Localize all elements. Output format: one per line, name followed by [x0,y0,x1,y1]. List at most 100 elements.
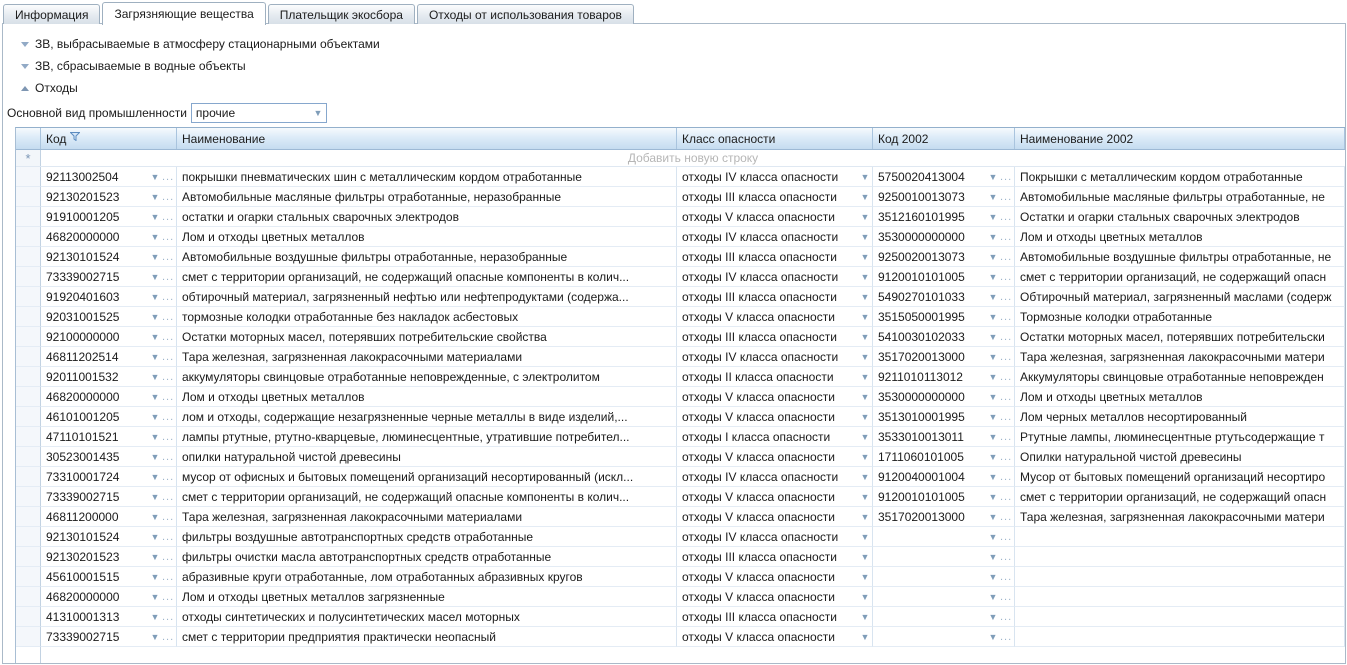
table-row[interactable]: 46811202514 ▼ ... Тара железная, загрязн… [16,347,1345,367]
chevron-down-icon[interactable]: ▼ [858,172,872,182]
ellipsis-button[interactable]: ... [162,372,176,382]
ellipsis-button[interactable]: ... [1000,432,1014,442]
table-row[interactable]: 73310001724 ▼ ... мусор от офисных и быт… [16,467,1345,487]
cell-name[interactable]: тормозные колодки отработанные без накла… [177,307,677,327]
ellipsis-button[interactable]: ... [162,172,176,182]
cell-name-2002[interactable]: Автомобильные воздушные фильтры отработа… [1015,247,1345,267]
cell-name-2002[interactable]: Остатки моторных масел, потерявших потре… [1015,327,1345,347]
cell-code[interactable]: 91910001205 ▼ ... [41,207,177,227]
cell-name-2002[interactable]: Автомобильные масляные фильтры отработан… [1015,187,1345,207]
ellipsis-button[interactable]: ... [1000,572,1014,582]
cell-hazard-class[interactable]: отходы V класса опасности ▼ [677,387,873,407]
cell-code-2002[interactable]: 3530000000000 ▼ ... [873,227,1015,247]
chevron-down-icon[interactable]: ▼ [986,372,1000,382]
cell-name[interactable]: Лом и отходы цветных металлов [177,387,677,407]
cell-hazard-class[interactable]: отходы V класса опасности ▼ [677,627,873,647]
row-indicator-cell[interactable] [16,167,41,187]
cell-code-2002[interactable]: 3517020013000 ▼ ... [873,507,1015,527]
chevron-down-icon[interactable]: ▼ [858,472,872,482]
cell-name-2002[interactable]: Ртутные лампы, люминесцентные ртутьсодер… [1015,427,1345,447]
ellipsis-button[interactable]: ... [162,572,176,582]
cell-name-2002[interactable] [1015,607,1345,627]
table-row[interactable]: 91910001205 ▼ ... остатки и огарки сталь… [16,207,1345,227]
row-indicator-cell[interactable] [16,327,41,347]
cell-hazard-class[interactable]: отходы III класса опасности ▼ [677,187,873,207]
cell-code-2002[interactable]: 9250020013073 ▼ ... [873,247,1015,267]
cell-code[interactable]: 41310001313 ▼ ... [41,607,177,627]
chevron-down-icon[interactable]: ▼ [858,412,872,422]
ellipsis-button[interactable]: ... [1000,232,1014,242]
chevron-down-icon[interactable]: ▼ [986,392,1000,402]
chevron-down-icon[interactable]: ▼ [858,332,872,342]
cell-hazard-class[interactable]: отходы III класса опасности ▼ [677,547,873,567]
tab-information[interactable]: Информация [3,4,100,24]
chevron-down-icon[interactable]: ▼ [148,352,162,362]
cell-name-2002[interactable]: Лом черных металлов несортированный [1015,407,1345,427]
cell-code[interactable]: 92031001525 ▼ ... [41,307,177,327]
ellipsis-button[interactable]: ... [1000,172,1014,182]
collapse-arrow-icon[interactable] [17,64,33,69]
cell-name[interactable]: остатки и огарки стальных сварочных элек… [177,207,677,227]
chevron-down-icon[interactable]: ▼ [986,232,1000,242]
cell-name-2002[interactable] [1015,627,1345,647]
chevron-down-icon[interactable]: ▼ [858,512,872,522]
cell-name-2002[interactable]: смет с территории организаций, не содерж… [1015,487,1345,507]
cell-name[interactable]: мусор от офисных и бытовых помещений орг… [177,467,677,487]
chevron-down-icon[interactable]: ▼ [858,632,872,642]
cell-name[interactable]: аккумуляторы свинцовые отработанные непо… [177,367,677,387]
collapse-arrow-icon[interactable] [17,42,33,47]
cell-code[interactable]: 46820000000 ▼ ... [41,227,177,247]
cell-code[interactable]: 46820000000 ▼ ... [41,587,177,607]
cell-hazard-class[interactable]: отходы IV класса опасности ▼ [677,467,873,487]
cell-name-2002[interactable]: Тормозные колодки отработанные [1015,307,1345,327]
cell-name[interactable]: Автомобильные масляные фильтры отработан… [177,187,677,207]
ellipsis-button[interactable]: ... [162,532,176,542]
row-indicator-cell[interactable] [16,527,41,547]
table-row[interactable]: 73339002715 ▼ ... смет с территории орга… [16,487,1345,507]
cell-code-2002[interactable]: 9120010101005 ▼ ... [873,267,1015,287]
ellipsis-button[interactable]: ... [1000,272,1014,282]
row-indicator-cell[interactable] [16,567,41,587]
chevron-down-icon[interactable]: ▼ [858,392,872,402]
cell-code[interactable]: 92130201523 ▼ ... [41,187,177,207]
cell-code[interactable]: 92130101524 ▼ ... [41,527,177,547]
cell-name-2002[interactable]: Остатки и огарки стальных сварочных элек… [1015,207,1345,227]
cell-name-2002[interactable]: смет с территории организаций, не содерж… [1015,267,1345,287]
chevron-down-icon[interactable]: ▼ [148,532,162,542]
ellipsis-button[interactable]: ... [162,352,176,362]
table-row[interactable]: 73339002715 ▼ ... смет с территории орга… [16,267,1345,287]
row-indicator-cell[interactable] [16,287,41,307]
cell-code[interactable]: 92130101524 ▼ ... [41,247,177,267]
chevron-down-icon[interactable]: ▼ [148,192,162,202]
chevron-down-icon[interactable]: ▼ [858,352,872,362]
ellipsis-button[interactable]: ... [1000,632,1014,642]
table-row[interactable]: 92130201523 ▼ ... Автомобильные масляные… [16,187,1345,207]
cell-name[interactable]: лампы ртутные, ртутно-кварцевые, люминес… [177,427,677,447]
ellipsis-button[interactable]: ... [1000,452,1014,462]
tree-item-air-emissions[interactable]: ЗВ, выбрасываемые в атмосферу стационарн… [17,33,380,55]
ellipsis-button[interactable]: ... [162,632,176,642]
table-row[interactable]: 92011001532 ▼ ... аккумуляторы свинцовые… [16,367,1345,387]
chevron-down-icon[interactable]: ▼ [986,212,1000,222]
cell-hazard-class[interactable]: отходы III класса опасности ▼ [677,327,873,347]
chevron-down-icon[interactable]: ▼ [986,272,1000,282]
chevron-down-icon[interactable]: ▼ [858,292,872,302]
ellipsis-button[interactable]: ... [162,592,176,602]
cell-hazard-class[interactable]: отходы IV класса опасности ▼ [677,167,873,187]
cell-code-2002[interactable]: 5410030102033 ▼ ... [873,327,1015,347]
chevron-down-icon[interactable]: ▼ [986,312,1000,322]
chevron-down-icon[interactable]: ▼ [148,512,162,522]
ellipsis-button[interactable]: ... [1000,532,1014,542]
cell-code-2002[interactable]: 3513010001995 ▼ ... [873,407,1015,427]
chevron-down-icon[interactable]: ▼ [148,452,162,462]
chevron-down-icon[interactable]: ▼ [986,292,1000,302]
column-header-code-2002[interactable]: Код 2002 [873,128,1015,149]
table-row[interactable]: 92100000000 ▼ ... Остатки моторных масел… [16,327,1345,347]
table-row[interactable]: 73339002715 ▼ ... смет с территории пред… [16,627,1345,647]
chevron-down-icon[interactable]: ▼ [986,512,1000,522]
chevron-down-icon[interactable]: ▼ [986,452,1000,462]
chevron-down-icon[interactable]: ▼ [148,312,162,322]
cell-code[interactable]: 46101001205 ▼ ... [41,407,177,427]
row-indicator-cell[interactable] [16,207,41,227]
cell-name-2002[interactable]: Тара железная, загрязненная лакокрасочны… [1015,347,1345,367]
